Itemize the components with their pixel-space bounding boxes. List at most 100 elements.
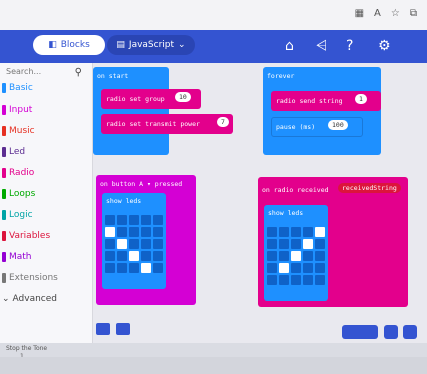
collections-icon[interactable]: ⧉ (410, 8, 417, 19)
code-icon: ▤ (116, 40, 125, 50)
led-cell[interactable] (105, 251, 115, 261)
os-taskbar (0, 357, 427, 374)
category-advanced[interactable]: ⌄ Advanced (2, 294, 57, 304)
led-cell[interactable] (315, 263, 325, 273)
led-cell[interactable] (267, 239, 277, 249)
led-cell[interactable] (315, 227, 325, 237)
led-cell[interactable] (117, 227, 127, 237)
category-radio[interactable]: Radio (2, 168, 34, 178)
led-cell[interactable] (303, 263, 313, 273)
zoom-in-icon[interactable] (403, 325, 417, 339)
read-aloud-icon[interactable]: A (374, 8, 381, 19)
led-cell[interactable] (129, 239, 139, 249)
category-led[interactable]: Led (2, 147, 25, 157)
led-cell[interactable] (141, 239, 151, 249)
led-cell[interactable] (117, 215, 127, 225)
led-cell[interactable] (105, 215, 115, 225)
led-cell[interactable] (279, 239, 289, 249)
tab-blocks[interactable]: ◧ Blocks (33, 35, 105, 55)
led-cell[interactable] (267, 251, 277, 261)
received-string-variable[interactable]: receivedString (338, 183, 401, 193)
led-cell[interactable] (303, 275, 313, 285)
category-label: Math (9, 252, 32, 262)
send-string-value[interactable]: 1 (355, 94, 367, 104)
led-cell[interactable] (129, 263, 139, 273)
led-cell[interactable] (267, 275, 277, 285)
category-extensions[interactable]: Extensions (2, 273, 58, 283)
led-cell[interactable] (129, 215, 139, 225)
transmit-power-value[interactable]: 7 (217, 117, 229, 127)
category-loops[interactable]: Loops (2, 189, 35, 199)
category-math[interactable]: Math (2, 252, 32, 262)
led-cell[interactable] (153, 251, 163, 261)
led-cell[interactable] (153, 239, 163, 249)
home-icon[interactable]: ⌂ (285, 38, 294, 54)
category-logic[interactable]: Logic (2, 210, 33, 220)
category-basic[interactable]: Basic (2, 83, 33, 93)
category-input[interactable]: Input (2, 105, 32, 115)
led-cell[interactable] (117, 239, 127, 249)
undo-redo-icon[interactable] (342, 325, 378, 339)
led-cell[interactable] (279, 263, 289, 273)
led-cell[interactable] (105, 227, 115, 237)
led-cell[interactable] (315, 275, 325, 285)
help-icon[interactable]: ? (346, 38, 353, 54)
led-cell[interactable] (291, 227, 301, 237)
show-leds-block[interactable]: show leds (264, 205, 328, 301)
led-cell[interactable] (291, 251, 301, 261)
led-cell[interactable] (303, 251, 313, 261)
search-input[interactable]: Search... ⚲ (6, 67, 86, 81)
led-cell[interactable] (117, 251, 127, 261)
led-cell[interactable] (315, 251, 325, 261)
led-cell[interactable] (267, 263, 277, 273)
led-cell[interactable] (105, 239, 115, 249)
led-cell[interactable] (141, 263, 151, 273)
radio-set-transmit-power-label: radio set transmit power (106, 120, 200, 128)
led-cell[interactable] (129, 251, 139, 261)
forever-block[interactable]: forever radio send string 1 pause (ms) 1… (263, 67, 381, 155)
on-start-block[interactable]: on start radio set group 10 radio set tr… (93, 67, 233, 155)
favorite-icon[interactable]: ☆ (391, 8, 400, 19)
show-leds-block[interactable]: show leds (102, 193, 166, 289)
led-cell[interactable] (291, 263, 301, 273)
led-cell[interactable] (153, 227, 163, 237)
led-grid[interactable] (105, 215, 163, 273)
save-icon[interactable] (96, 323, 110, 335)
pause-block[interactable]: pause (ms) 100 (271, 117, 363, 137)
led-cell[interactable] (141, 227, 151, 237)
blocks-workspace[interactable]: on start radio set group 10 radio set tr… (93, 63, 427, 343)
led-cell[interactable] (303, 239, 313, 249)
led-cell[interactable] (153, 263, 163, 273)
led-cell[interactable] (141, 251, 151, 261)
group-value[interactable]: 10 (175, 92, 191, 102)
led-cell[interactable] (117, 263, 127, 273)
category-music[interactable]: Music (2, 126, 35, 136)
tab-javascript[interactable]: ▤ JavaScript ⌄ (107, 35, 195, 55)
led-cell[interactable] (291, 275, 301, 285)
led-cell[interactable] (129, 227, 139, 237)
led-cell[interactable] (303, 227, 313, 237)
share-icon[interactable]: ⩤ (316, 38, 327, 54)
radio-set-group-block[interactable]: radio set group 10 (101, 89, 201, 109)
zoom-out-icon[interactable] (384, 325, 398, 339)
grid-icon[interactable]: ▦ (355, 8, 364, 19)
category-variables[interactable]: Variables (2, 231, 50, 241)
radio-set-transmit-power-block[interactable]: radio set transmit power 7 (101, 114, 233, 134)
led-cell[interactable] (153, 215, 163, 225)
github-icon[interactable] (116, 323, 130, 335)
pause-value[interactable]: 100 (328, 120, 348, 130)
gear-icon[interactable]: ⚙ (378, 38, 391, 54)
led-cell[interactable] (105, 263, 115, 273)
led-cell[interactable] (141, 215, 151, 225)
led-cell[interactable] (315, 239, 325, 249)
led-cell[interactable] (279, 251, 289, 261)
radio-send-string-block[interactable]: radio send string 1 (271, 91, 381, 111)
led-cell[interactable] (279, 227, 289, 237)
pause-label: pause (ms) (276, 123, 316, 131)
on-button-pressed-block[interactable]: on button A ▾ pressed show leds (96, 175, 196, 305)
led-cell[interactable] (291, 239, 301, 249)
led-cell[interactable] (267, 227, 277, 237)
on-radio-received-block[interactable]: on radio received receivedString show le… (258, 177, 408, 307)
led-grid[interactable] (267, 227, 325, 285)
led-cell[interactable] (279, 275, 289, 285)
